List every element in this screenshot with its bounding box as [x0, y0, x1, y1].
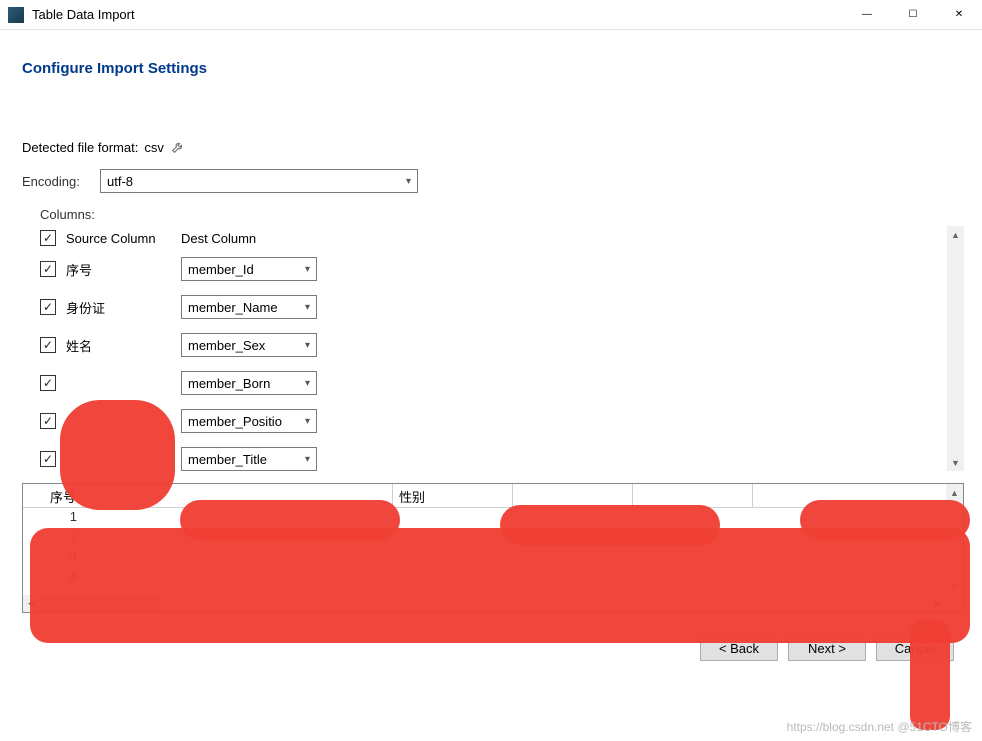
encoding-value: utf-8 — [107, 174, 133, 189]
column-row: ✓ 序号 member_Id ▾ — [22, 250, 964, 288]
row-checkbox[interactable]: ✓ — [40, 451, 56, 467]
window-title: Table Data Import — [32, 7, 844, 22]
redaction-overlay — [800, 500, 970, 540]
page-heading: Configure Import Settings — [22, 60, 964, 77]
source-column-label: 身份证 — [66, 298, 181, 317]
dest-column-select[interactable]: member_Positio ▾ — [181, 409, 317, 433]
redaction-overlay — [500, 505, 720, 545]
window-controls: — ☐ ✕ — [844, 0, 982, 30]
column-row: ✓ 姓名 member_Sex ▾ — [22, 326, 964, 364]
dest-value: member_Id — [188, 262, 254, 277]
chevron-down-icon: ▾ — [406, 176, 411, 187]
scroll-up-icon[interactable]: ▲ — [946, 484, 963, 501]
columns-vertical-scrollbar[interactable]: ▲ ▼ — [947, 226, 964, 471]
column-row: ✓ 身份证 member_Name ▾ — [22, 288, 964, 326]
redaction-overlay — [180, 500, 400, 540]
preview-header-cell — [513, 484, 633, 507]
wrench-icon[interactable] — [170, 139, 186, 155]
maximize-button[interactable]: ☐ — [890, 0, 936, 30]
detected-label: Detected file format: — [22, 140, 138, 155]
source-column-label: 序号 — [66, 260, 181, 279]
dest-column-select[interactable]: member_Born ▾ — [181, 371, 317, 395]
app-icon — [8, 7, 24, 23]
dest-column-header: Dest Column — [181, 231, 256, 246]
dest-value: member_Born — [188, 376, 270, 391]
titlebar: Table Data Import — ☐ ✕ — [0, 0, 982, 30]
dest-column-select[interactable]: member_Title ▾ — [181, 447, 317, 471]
preview-cell: 1 — [23, 508, 83, 528]
dest-value: member_Name — [188, 300, 278, 315]
row-checkbox[interactable]: ✓ — [40, 261, 56, 277]
encoding-select[interactable]: utf-8 ▾ — [100, 169, 418, 193]
redaction-overlay — [910, 620, 950, 730]
encoding-row: Encoding: utf-8 ▾ — [22, 169, 964, 193]
dest-value: member_Title — [188, 452, 267, 467]
source-column-label: 姓名 — [66, 336, 181, 355]
close-button[interactable]: ✕ — [936, 0, 982, 30]
dest-column-select[interactable]: member_Id ▾ — [181, 257, 317, 281]
detected-value: csv — [144, 140, 164, 155]
row-checkbox[interactable]: ✓ — [40, 375, 56, 391]
dest-column-select[interactable]: member_Sex ▾ — [181, 333, 317, 357]
encoding-label: Encoding: — [22, 174, 100, 189]
preview-header-cell — [633, 484, 753, 507]
scroll-down-icon[interactable]: ▼ — [947, 454, 964, 471]
watermark: https://blog.csdn.net @51CTO博客 — [787, 718, 972, 735]
scroll-up-icon[interactable]: ▲ — [947, 226, 964, 243]
column-row: ✓ member_Born ▾ — [22, 364, 964, 402]
row-checkbox[interactable]: ✓ — [40, 299, 56, 315]
columns-header-row: ✓ Source Column Dest Column — [22, 226, 964, 250]
preview-header-cell: 性别 — [393, 484, 513, 507]
redaction-overlay — [60, 400, 175, 510]
select-all-checkbox[interactable]: ✓ — [40, 230, 56, 246]
chevron-down-icon: ▾ — [305, 340, 310, 351]
chevron-down-icon: ▾ — [305, 264, 310, 275]
dest-value: member_Positio — [188, 414, 282, 429]
chevron-down-icon: ▾ — [305, 302, 310, 313]
detected-format-row: Detected file format: csv — [22, 139, 964, 155]
chevron-down-icon: ▾ — [305, 378, 310, 389]
minimize-button[interactable]: — — [844, 0, 890, 30]
chevron-down-icon: ▾ — [305, 416, 310, 427]
chevron-down-icon: ▾ — [305, 454, 310, 465]
columns-label: Columns: — [40, 207, 964, 222]
dest-column-select[interactable]: member_Name ▾ — [181, 295, 317, 319]
row-checkbox[interactable]: ✓ — [40, 337, 56, 353]
dest-value: member_Sex — [188, 338, 265, 353]
source-column-header: Source Column — [66, 231, 181, 246]
redaction-overlay — [30, 528, 970, 643]
row-checkbox[interactable]: ✓ — [40, 413, 56, 429]
